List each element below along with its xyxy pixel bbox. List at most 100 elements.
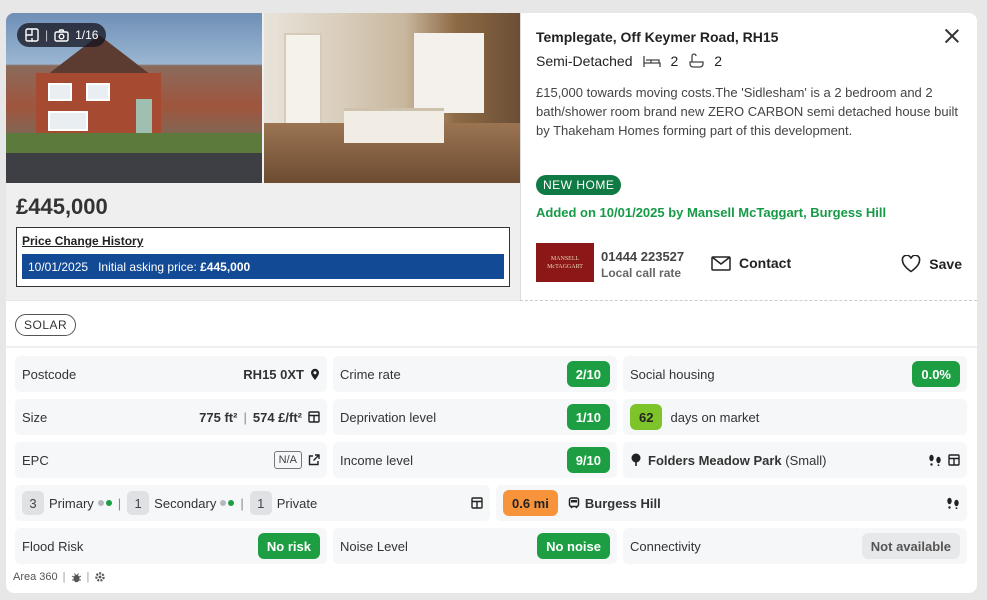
photo-counter[interactable]: | 1/16 [17, 23, 107, 47]
window [48, 83, 72, 101]
bug-icon[interactable] [71, 572, 82, 583]
contact-button[interactable]: Contact [711, 255, 791, 271]
contact-label: Contact [739, 255, 792, 271]
postcode-label: Postcode [22, 366, 77, 382]
private-label: Private [276, 495, 318, 511]
postcode-text: RH15 0XT [243, 366, 304, 382]
size-cell: Size 775 ft² | 574 £/ft² [15, 399, 327, 435]
agent-logo-text-2: McTAGGART [547, 263, 583, 270]
epc-value: N/A [273, 451, 302, 469]
postcode-cell: Postcode RH15 0XT [15, 356, 327, 392]
walking-icon [947, 497, 959, 509]
size-area: 775 ft² [199, 409, 238, 425]
flood-cell: Flood Risk No risk [15, 528, 327, 564]
price-history-title[interactable]: Price Change History [22, 234, 504, 248]
train-icon [568, 497, 580, 509]
rating-dot [220, 500, 227, 506]
deprivation-value: 1/10 [566, 404, 610, 430]
epc-label: EPC [22, 452, 49, 468]
footer-separator: | [62, 571, 66, 583]
size-label: Size [22, 409, 48, 425]
save-button[interactable]: Save [901, 255, 962, 273]
counter-separator: | [45, 28, 49, 42]
external-link-icon[interactable] [308, 454, 320, 466]
phone-number[interactable]: 01444 223527 [601, 249, 684, 265]
agent-phone[interactable]: 01444 223527 Local call rate [601, 249, 684, 281]
private-count: 1 [249, 491, 272, 515]
days-on-market-cell: 62 days on market [623, 399, 967, 435]
close-icon[interactable] [941, 25, 963, 47]
epc-value-wrap: N/A [273, 451, 320, 469]
tree-icon [631, 453, 641, 466]
price-history-row: 10/01/2025 Initial asking price: £445,00… [22, 254, 504, 279]
social-housing-cell: Social housing 0.0% [623, 356, 967, 392]
calculator-icon[interactable] [308, 411, 320, 423]
income-label: Income level [340, 452, 413, 468]
connectivity-label: Connectivity [630, 538, 701, 554]
school-separator: | [240, 495, 244, 511]
listing-card: | 1/16 £445,000 Price Change History 10/… [6, 13, 977, 593]
map-icon[interactable] [948, 454, 960, 466]
left-panel: | 1/16 £445,000 Price Change History 10/… [6, 13, 520, 300]
park-name: Folders Meadow Park [648, 452, 782, 468]
park-size: (Small) [785, 452, 827, 468]
social-label: Social housing [630, 366, 715, 382]
epc-cell: EPC N/A [15, 442, 327, 478]
primary-label: Primary [49, 495, 94, 511]
solar-tag: SOLAR [15, 314, 77, 336]
noise-cell: Noise Level No noise [333, 528, 617, 564]
noise-label: Noise Level [340, 538, 408, 554]
rating-dot [105, 500, 112, 506]
primary-count: 3 [22, 491, 44, 515]
crime-cell: Crime rate 2/10 [333, 356, 617, 392]
dashed-divider [520, 300, 977, 301]
noise-value: No noise [537, 533, 610, 559]
size-separator: | [243, 409, 247, 425]
save-label: Save [929, 256, 962, 272]
heart-icon [901, 255, 921, 273]
interior-photo[interactable] [264, 13, 520, 183]
school-separator: | [117, 495, 122, 511]
bedroom-count: 2 [670, 53, 679, 69]
size-value: 775 ft² | 574 £/ft² [199, 410, 320, 425]
window [86, 83, 110, 101]
interior-door [284, 33, 322, 128]
floorplan-icon[interactable] [25, 28, 39, 42]
crime-label: Crime rate [340, 366, 401, 382]
walking-icon [929, 454, 941, 466]
property-type-row: Semi-Detached 2 2 [536, 53, 722, 69]
road [6, 153, 262, 183]
connectivity-cell: Connectivity Not available [623, 528, 967, 564]
days-value: 62 [630, 404, 663, 430]
price-history-box: Price Change History 10/01/2025 Initial … [16, 227, 510, 287]
bathroom-count: 2 [714, 53, 723, 69]
flood-value: No risk [257, 533, 320, 559]
price: £445,000 [16, 194, 108, 219]
history-label: Initial asking price: [98, 259, 197, 274]
history-amount: £445,000 [200, 259, 251, 274]
phone-note: Local call rate [601, 266, 682, 280]
secondary-count: 1 [127, 491, 150, 515]
window [48, 111, 88, 131]
footer: Area 360 | | [13, 571, 106, 583]
income-value: 9/10 [566, 447, 610, 473]
lawn [6, 133, 262, 153]
park-cell: Folders Meadow Park (Small) [623, 442, 967, 478]
schools-map-icon[interactable] [471, 497, 483, 509]
added-info: Added on 10/01/2025 by Mansell McTaggart… [536, 205, 887, 220]
kitchen-island [344, 108, 444, 143]
map-pin-icon[interactable] [310, 368, 320, 381]
footer-separator: | [86, 571, 90, 583]
social-value: 0.0% [912, 361, 960, 387]
schools-cell: 3 Primary | 1 Secondary | 1 Private [15, 485, 490, 521]
deprivation-label: Deprivation level [340, 409, 437, 425]
primary-rating-dots [97, 500, 112, 506]
size-per: 574 £/ft² [252, 409, 302, 425]
property-type: Semi-Detached [536, 53, 633, 69]
gear-icon[interactable] [94, 571, 106, 583]
station-distance: 0.6 mi [503, 490, 558, 516]
agent-logo[interactable]: MANSELL McTAGGART [536, 243, 594, 282]
new-home-badge: NEW HOME [536, 175, 622, 195]
days-label: days on market [670, 409, 760, 425]
rating-dot [228, 500, 235, 506]
